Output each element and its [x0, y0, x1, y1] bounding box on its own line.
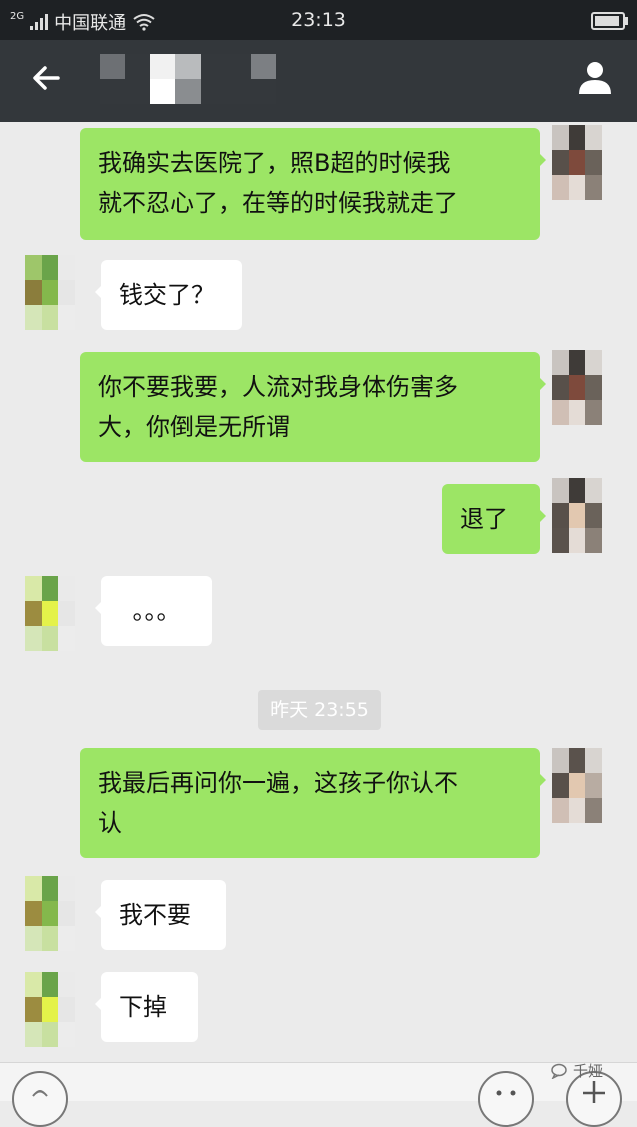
my-avatar[interactable]: [552, 748, 602, 823]
message-text: 钱交了？: [119, 281, 215, 309]
watermark-text: 千娅: [572, 1062, 603, 1080]
profile-icon: [579, 62, 611, 94]
message-text: 下掉: [119, 993, 167, 1021]
contact-avatar[interactable]: [25, 876, 75, 951]
back-arrow-icon: [33, 66, 60, 90]
chat-bubble-icon: [551, 1063, 567, 1079]
contact-message-bubble[interactable]: 下掉: [95, 972, 198, 1042]
emoji-button[interactable]: [478, 1071, 534, 1127]
my-avatar[interactable]: [552, 125, 602, 200]
watermark: 千娅: [551, 1060, 603, 1081]
contact-avatar[interactable]: [25, 576, 75, 651]
voice-icon: [32, 1090, 48, 1097]
contact-message-bubble[interactable]: 钱交了？: [95, 260, 242, 330]
message-text: 认: [98, 809, 122, 837]
contact-avatar[interactable]: [25, 972, 75, 1047]
chat-timestamp: 昨天 23:55: [258, 690, 381, 730]
message-text: 我最后再问你一遍，这孩子你认不: [98, 769, 458, 797]
back-button[interactable]: [22, 54, 70, 102]
contact-avatar[interactable]: [25, 255, 75, 330]
my-avatar[interactable]: [552, 350, 602, 425]
my-message-bubble[interactable]: 你不要我要，人流对我身体伤害多 大，你倒是无所谓: [80, 352, 546, 462]
message-text: 。。。: [132, 597, 181, 625]
profile-button[interactable]: [571, 54, 619, 102]
voice-button[interactable]: [12, 1071, 68, 1127]
contact-message-bubble[interactable]: 。。。: [95, 576, 212, 646]
status-bar: 2G 中国联通 23:13: [0, 0, 637, 40]
emoji-icon: [496, 1090, 516, 1096]
message-text: 你不要我要，人流对我身体伤害多: [98, 373, 458, 401]
status-time: 23:13: [291, 9, 346, 31]
input-bar: [0, 1062, 637, 1127]
my-message-bubble[interactable]: 我确实去医院了，照B超的时候我 就不忍心了，在等的时候我就走了: [80, 128, 546, 240]
message-text: 大，你倒是无所谓: [98, 413, 290, 441]
message-text: 我不要: [119, 901, 191, 929]
my-avatar[interactable]: [552, 478, 602, 553]
chat-header: [0, 40, 637, 122]
my-message-bubble[interactable]: 我最后再问你一遍，这孩子你认不 认: [80, 748, 546, 858]
my-message-bubble[interactable]: 退了: [442, 484, 546, 554]
message-text: 就不忍心了，在等的时候我就走了: [98, 189, 458, 217]
message-text: 我确实去医院了，照B超的时候我: [98, 149, 451, 177]
battery-icon: [591, 12, 628, 30]
message-text: 退了: [460, 505, 508, 533]
contact-message-bubble[interactable]: 我不要: [95, 880, 226, 950]
blurred-contact-name: [100, 54, 276, 104]
